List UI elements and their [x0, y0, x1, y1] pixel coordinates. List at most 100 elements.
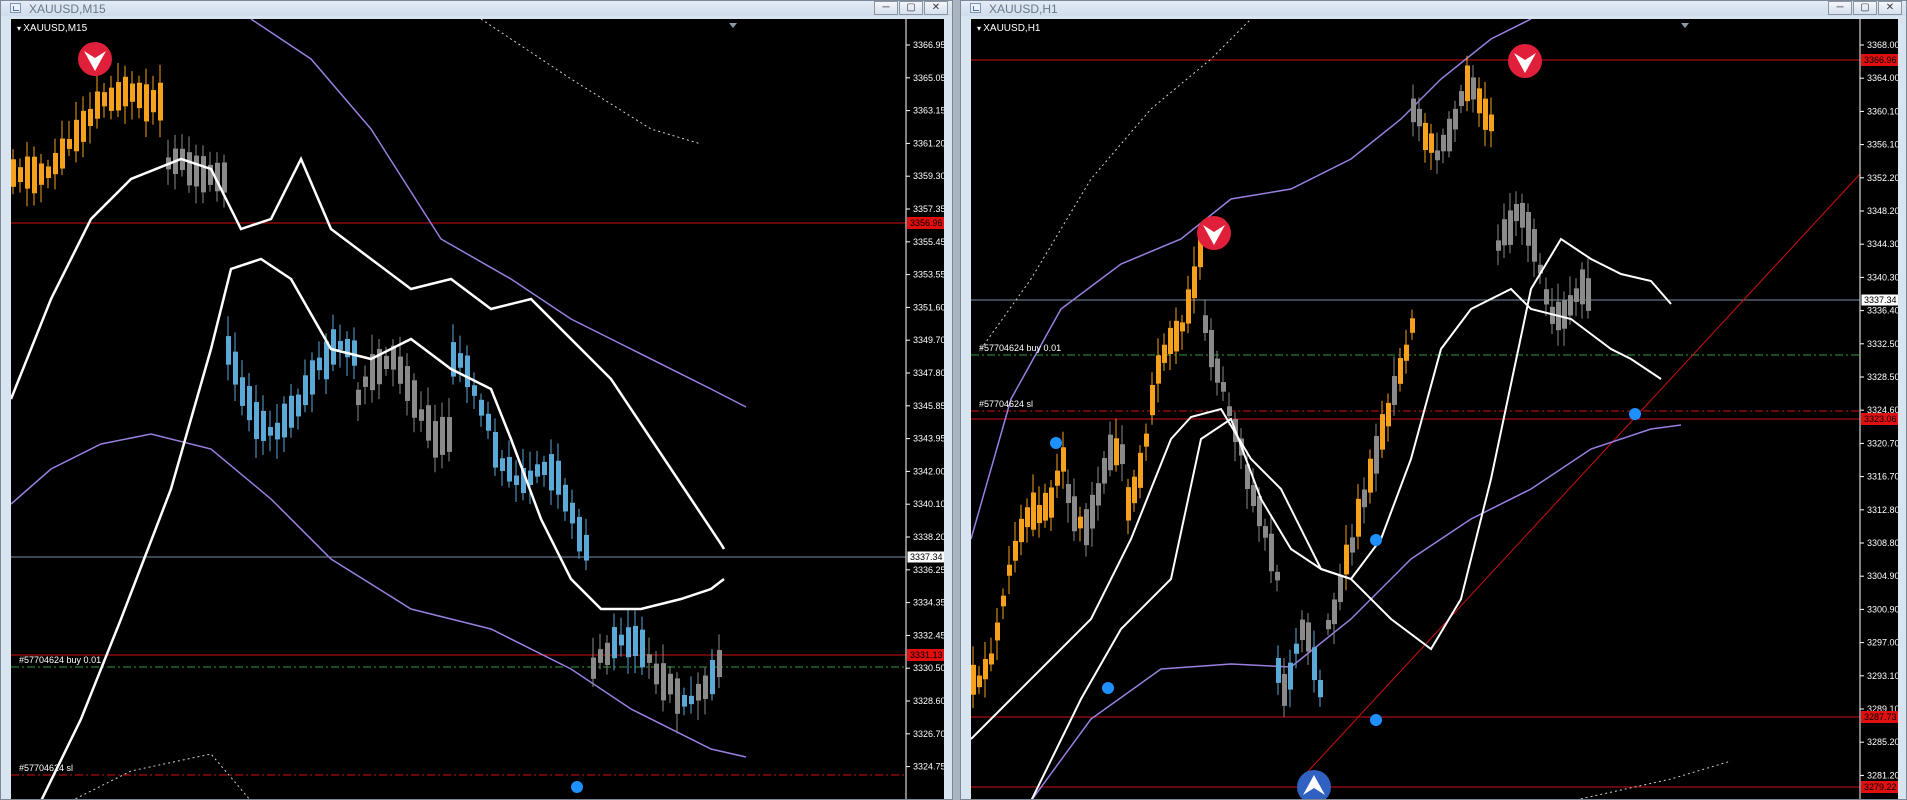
- candle-body: [1138, 452, 1143, 488]
- candle-body: [1144, 433, 1149, 447]
- price-axis-label: 3344.30: [1867, 239, 1898, 249]
- candle-body: [1162, 344, 1167, 363]
- chart-area[interactable]: XAUUSD,H1 #57704624 buy 0.01#57704624 sl…: [971, 19, 1898, 799]
- price-tag: 3366.96: [1861, 54, 1898, 66]
- candle-body: [240, 377, 245, 406]
- minimize-button[interactable]: ─: [1828, 1, 1852, 15]
- candle-body: [1180, 322, 1185, 332]
- price-axis-label: 3343.95: [913, 434, 944, 444]
- candle-body: [60, 138, 65, 169]
- candle-body: [486, 413, 491, 431]
- pivot-dot: [1629, 408, 1641, 420]
- candle-body: [1221, 382, 1226, 392]
- outer-band-line: [480, 19, 702, 145]
- minimize-button[interactable]: ─: [874, 1, 898, 15]
- candle-body: [222, 162, 227, 193]
- candle-body: [710, 659, 715, 695]
- candle-body: [268, 427, 273, 436]
- candle-body: [1072, 496, 1077, 532]
- candle-body: [1362, 489, 1367, 508]
- candle-body: [556, 460, 561, 495]
- candle-body: [1114, 438, 1119, 466]
- candle-body: [32, 156, 37, 194]
- candle-body: [1031, 492, 1036, 530]
- price-axis-label: 3328.60: [913, 696, 944, 706]
- candle-body: [1465, 65, 1470, 102]
- candle-body: [1061, 447, 1066, 472]
- chart-area[interactable]: XAUUSD,M15 #57704624 buy 0.01#57704624 s…: [11, 19, 944, 799]
- candle-body: [703, 675, 708, 699]
- candle-body: [39, 163, 44, 185]
- maximize-button[interactable]: ▢: [1853, 1, 1877, 15]
- candle-body: [254, 402, 259, 440]
- candle-body: [1580, 269, 1585, 305]
- candle-body: [1174, 320, 1179, 352]
- price-axis-label: 3328.50: [1867, 372, 1898, 382]
- chart-window-m15[interactable]: XAUUSD,M15 ─ ▢ ✕ XAUUSD,M15 #57704624 bu…: [0, 0, 953, 800]
- candle-body: [668, 673, 673, 695]
- price-axis-label: 3359.30: [913, 171, 944, 181]
- candle-body: [479, 399, 484, 416]
- price-axis-label: 3353.55: [913, 270, 944, 280]
- sell-signal-icon: [78, 42, 112, 76]
- price-axis-label: 3320.70: [1867, 438, 1898, 448]
- candle-body: [1227, 406, 1232, 417]
- price-axis-label: 3340.10: [913, 499, 944, 509]
- price-axis-label: 3300.90: [1867, 604, 1898, 614]
- close-button[interactable]: ✕: [1878, 1, 1902, 15]
- candle-body: [95, 91, 100, 119]
- candle-body: [1332, 599, 1337, 625]
- candle-body: [971, 664, 976, 695]
- pivot-dot: [1370, 714, 1382, 726]
- candle-body: [1126, 487, 1131, 521]
- candle-body: [570, 502, 575, 524]
- candle-body: [419, 409, 424, 421]
- candle-body: [598, 649, 603, 663]
- candle-body: [1392, 375, 1397, 405]
- order-label: #57704624 buy 0.01: [979, 343, 1061, 353]
- price-axis-label: 3336.40: [1867, 306, 1898, 316]
- candle-body: [1132, 476, 1137, 504]
- candle-body: [1562, 299, 1567, 329]
- chart-window-h1[interactable]: XAUUSD,H1 ─ ▢ ✕ XAUUSD,H1 #57704624 buy …: [960, 0, 1907, 800]
- price-tag: 3323.06: [1861, 413, 1898, 425]
- candle-body: [472, 385, 477, 396]
- candle-body: [1398, 358, 1403, 384]
- candle-body: [995, 622, 1000, 641]
- candle-body: [352, 340, 357, 366]
- candle-body: [1368, 458, 1373, 493]
- candle-body: [465, 355, 470, 388]
- close-button[interactable]: ✕: [924, 1, 948, 15]
- candle-body: [1386, 402, 1391, 427]
- price-axis-label: 3366.95: [913, 40, 944, 50]
- buy-signal-icon: [1297, 770, 1331, 799]
- window-titlebar[interactable]: XAUUSD,M15 ─ ▢ ✕: [1, 1, 952, 16]
- price-axis-label: 3342.00: [913, 466, 944, 476]
- price-tag-label: 3366.96: [1864, 55, 1897, 65]
- price-axis-label: 3351.60: [913, 302, 944, 312]
- candle-body: [640, 629, 645, 668]
- candle-body: [1574, 288, 1579, 302]
- candle-body: [1209, 330, 1214, 368]
- candle-body: [1090, 494, 1095, 529]
- candle-body: [201, 156, 206, 193]
- candle-body: [363, 376, 368, 387]
- candle-body: [1120, 444, 1125, 465]
- price-tag-label: 3337.34: [1864, 295, 1897, 305]
- candle-body: [1380, 414, 1385, 450]
- outer-band-line: [1577, 760, 1732, 799]
- candle-body: [584, 534, 589, 561]
- window-titlebar[interactable]: XAUUSD,H1 ─ ▢ ✕: [961, 1, 1906, 16]
- candle-body: [123, 76, 128, 107]
- candle-body: [1423, 122, 1428, 151]
- candle-body: [458, 353, 463, 368]
- slow-ma-line: [40, 257, 725, 799]
- price-axis-label: 3304.90: [1867, 571, 1898, 581]
- candle-body: [130, 83, 135, 102]
- price-chart[interactable]: #57704624 buy 0.01 #57704624 sl 3366.95 336…: [11, 19, 944, 799]
- maximize-button[interactable]: ▢: [899, 1, 923, 15]
- candle-body: [151, 90, 156, 113]
- candle-body: [612, 627, 617, 659]
- candle-body: [1007, 564, 1012, 576]
- price-chart[interactable]: #57704624 buy 0.01 #57704624 sl 3368.00 336…: [971, 19, 1898, 799]
